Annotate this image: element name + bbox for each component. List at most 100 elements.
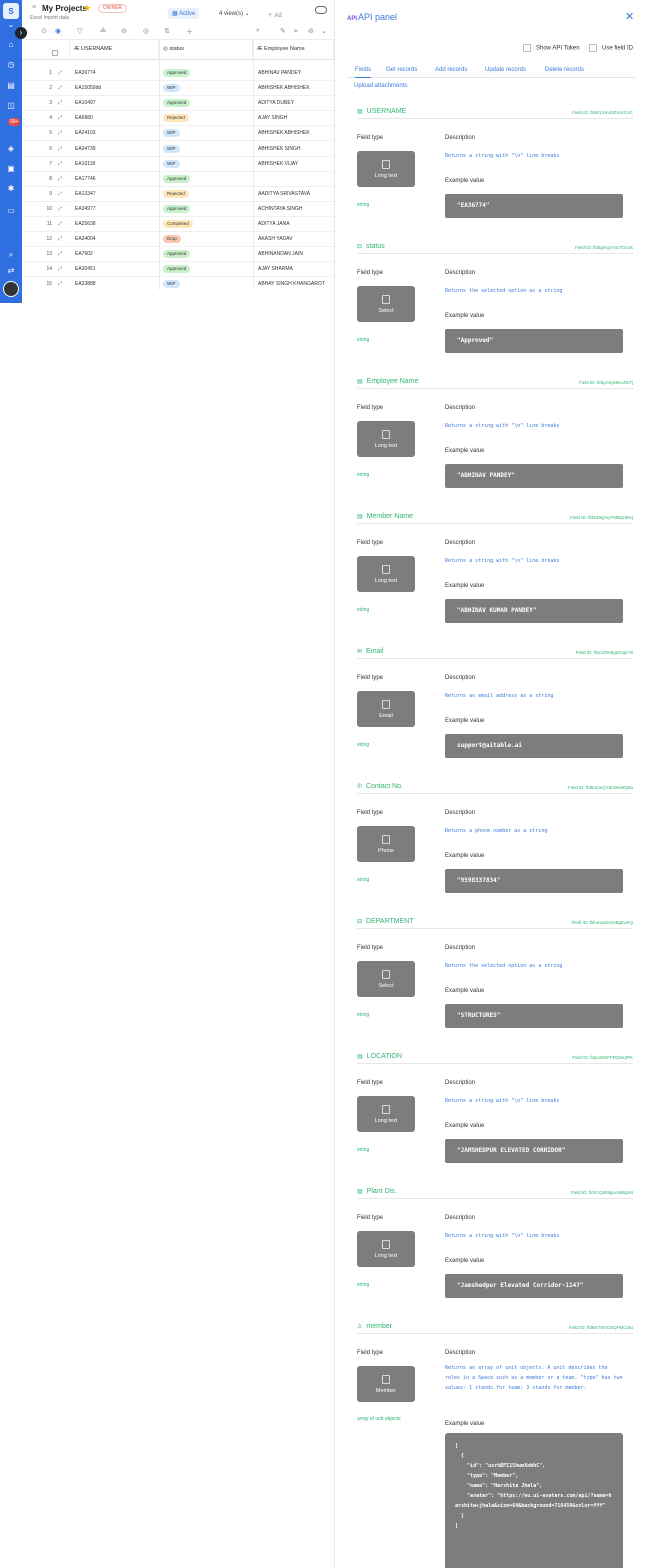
- table-row[interactable]: 4 ⤢ EA6880 Rejected AJAY SINGH: [22, 111, 334, 127]
- expand-icon[interactable]: ⤢: [58, 236, 62, 242]
- tab-delete-records[interactable]: Delete records: [545, 66, 584, 74]
- status-badge[interactable]: Rejected: [163, 114, 189, 123]
- link-icon[interactable]: ⊘: [308, 27, 314, 35]
- cell-employee-name[interactable]: ABHISHEK ABHISHEK: [258, 130, 310, 136]
- table-row[interactable]: 13 ⤢ EA7602 Approved ABHINANDAN JAIN: [22, 247, 334, 263]
- status-badge[interactable]: Approved: [163, 250, 191, 259]
- cell-username[interactable]: EA34739: [75, 146, 96, 152]
- share-icon[interactable]: ➢: [293, 27, 299, 35]
- cell-employee-name[interactable]: AADITYA SRIVASTAVA: [258, 191, 310, 197]
- box-icon[interactable]: ▣: [6, 164, 16, 174]
- status-badge[interactable]: Approved: [163, 174, 191, 183]
- row-height-icon[interactable]: ◎: [143, 27, 149, 35]
- cell-username[interactable]: EA10118: [75, 161, 95, 167]
- cell-employee-name[interactable]: ABHISHEK VIJAY: [258, 161, 298, 167]
- cell-username[interactable]: EA36774: [75, 70, 96, 76]
- view-tab-active[interactable]: ▦ Active: [168, 8, 200, 19]
- robot-icon[interactable]: ✎: [280, 27, 286, 35]
- table-row[interactable]: 15 ⤢ EA33888 WIP ABHAY SINGH KHANGAROT: [22, 277, 334, 290]
- cell-username[interactable]: EA33888: [75, 281, 96, 287]
- tab-update-records[interactable]: Update records: [485, 66, 526, 74]
- column-header-employee-name[interactable]: Æ Employee Name: [253, 40, 334, 60]
- expand-icon[interactable]: ⤢: [58, 266, 62, 272]
- expand-icon[interactable]: ⤢: [58, 100, 62, 106]
- group-icon[interactable]: ⟁: [100, 27, 106, 35]
- cell-username[interactable]: EA17746: [75, 176, 96, 182]
- cell-employee-name[interactable]: ADITYA DUBEY: [258, 100, 294, 106]
- cell-username[interactable]: EA24103: [75, 130, 96, 136]
- status-badge[interactable]: WIP: [163, 144, 180, 153]
- status-badge[interactable]: Completed: [163, 220, 193, 228]
- status-badge[interactable]: Drop: [163, 235, 181, 244]
- sort-icon[interactable]: ⇅: [164, 27, 170, 35]
- expand-icon[interactable]: ⤢: [58, 221, 62, 227]
- status-badge[interactable]: WIP: [163, 84, 180, 93]
- tab-add-records[interactable]: Add records: [435, 66, 467, 74]
- tab-upload-attachments[interactable]: Upload attachments: [354, 83, 407, 89]
- column-header-status[interactable]: ◎ status: [159, 40, 253, 60]
- search-icon[interactable]: ⌕: [6, 250, 16, 260]
- status-badge[interactable]: Rejected: [163, 189, 189, 198]
- cell-username[interactable]: EA10497: [75, 100, 96, 106]
- cell-username[interactable]: EA25638: [75, 221, 96, 227]
- learn-icon[interactable]: ◈: [6, 144, 16, 154]
- tab-get-records[interactable]: Get records: [386, 66, 417, 74]
- show-api-token-checkbox[interactable]: Show API Token: [523, 44, 580, 52]
- table-row[interactable]: 1 ⤢ EA36774 Approved ABHINAV PANDEY: [22, 66, 334, 81]
- hide-fields-icon[interactable]: ◉: [55, 27, 61, 35]
- cell-employee-name[interactable]: ADITYA JANA: [258, 221, 290, 227]
- add-view-button[interactable]: ＋ Ad: [267, 10, 282, 19]
- table-row[interactable]: 7 ⤢ EA10118 WIP ABHISHEK VIJAY: [22, 157, 334, 172]
- filter-icon[interactable]: ▽: [77, 27, 82, 35]
- undo-icon[interactable]: ⊙: [41, 27, 47, 35]
- status-badge[interactable]: Approved: [163, 99, 191, 108]
- apps-icon[interactable]: ◫: [6, 101, 16, 111]
- table-row[interactable]: 6 ⤢ EA34739 WIP ABHISHEK SINGH: [22, 142, 334, 157]
- expand-icon[interactable]: ⤢: [58, 176, 62, 182]
- expand-icon[interactable]: ⤢: [58, 281, 62, 287]
- info-icon[interactable]: ≡: [32, 4, 36, 11]
- expand-icon[interactable]: ⤢: [58, 161, 62, 167]
- cell-username[interactable]: EA34004: [75, 236, 96, 242]
- status-badge[interactable]: WIP: [163, 280, 180, 289]
- close-button[interactable]: ✕: [625, 10, 634, 23]
- table-row[interactable]: 14 ⤢ EA30451 Approved AJAY SHARMA: [22, 262, 334, 278]
- cloud-icon[interactable]: [315, 6, 327, 14]
- expand-icon[interactable]: ⤢: [58, 146, 62, 152]
- cell-username[interactable]: EA34977: [75, 206, 96, 212]
- table-row[interactable]: 10 ⤢ EA34977 Approved ACHINTAYA SINGH: [22, 202, 334, 217]
- cell-employee-name[interactable]: ABHINANDAN JAIN: [258, 251, 303, 257]
- cell-username[interactable]: EA30451: [75, 266, 96, 272]
- expand-icon[interactable]: ⤢: [58, 206, 62, 212]
- clock-icon[interactable]: ◷: [6, 60, 16, 70]
- expand-icon[interactable]: ⤢: [58, 85, 62, 91]
- cell-employee-name[interactable]: AJAY SINGH: [258, 115, 287, 121]
- expand-icon[interactable]: ⤢: [58, 115, 62, 121]
- table-row[interactable]: 8 ⤢ EA17746 Approved: [22, 172, 334, 187]
- tab-fields[interactable]: Fields: [355, 66, 372, 78]
- more-icon[interactable]: ⌄: [321, 27, 327, 35]
- star-icon[interactable]: ★: [83, 3, 91, 14]
- expand-icon[interactable]: ⤢: [58, 70, 62, 76]
- table-row[interactable]: 3 ⤢ EA10497 Approved ADITYA DUBEY: [22, 96, 334, 112]
- swap-icon[interactable]: ⇄: [6, 266, 16, 276]
- table-row[interactable]: 5 ⤢ EA24103 WIP ABHISHEK ABHISHEK: [22, 126, 334, 142]
- select-all-checkbox[interactable]: [52, 50, 58, 56]
- status-badge[interactable]: WIP: [163, 129, 180, 138]
- status-badge[interactable]: Approved: [163, 69, 191, 77]
- template-icon[interactable]: ▤: [6, 81, 16, 91]
- cell-employee-name[interactable]: ABHINAV PANDEY: [258, 70, 301, 76]
- expand-icon[interactable]: ⤢: [58, 130, 62, 136]
- home-icon[interactable]: ⌂: [6, 40, 16, 50]
- table-row[interactable]: 12 ⤢ EA34004 Drop AKASH YADAV: [22, 232, 334, 248]
- cell-employee-name[interactable]: AKASH YADAV: [258, 236, 292, 242]
- cell-username[interactable]: EA15059dd: [75, 85, 101, 91]
- add-icon[interactable]: ＋: [186, 27, 193, 37]
- cell-employee-name[interactable]: ABHISHEK ABHISHEK: [258, 85, 310, 91]
- cell-employee-name[interactable]: ABHISHEK SINGH: [258, 146, 301, 152]
- expand-icon[interactable]: ⤢: [58, 191, 62, 197]
- cell-username[interactable]: EA6880: [75, 115, 93, 121]
- team-icon[interactable]: ✱: [6, 184, 16, 194]
- cell-employee-name[interactable]: AJAY SHARMA: [258, 266, 293, 272]
- status-badge[interactable]: Approved: [163, 265, 191, 274]
